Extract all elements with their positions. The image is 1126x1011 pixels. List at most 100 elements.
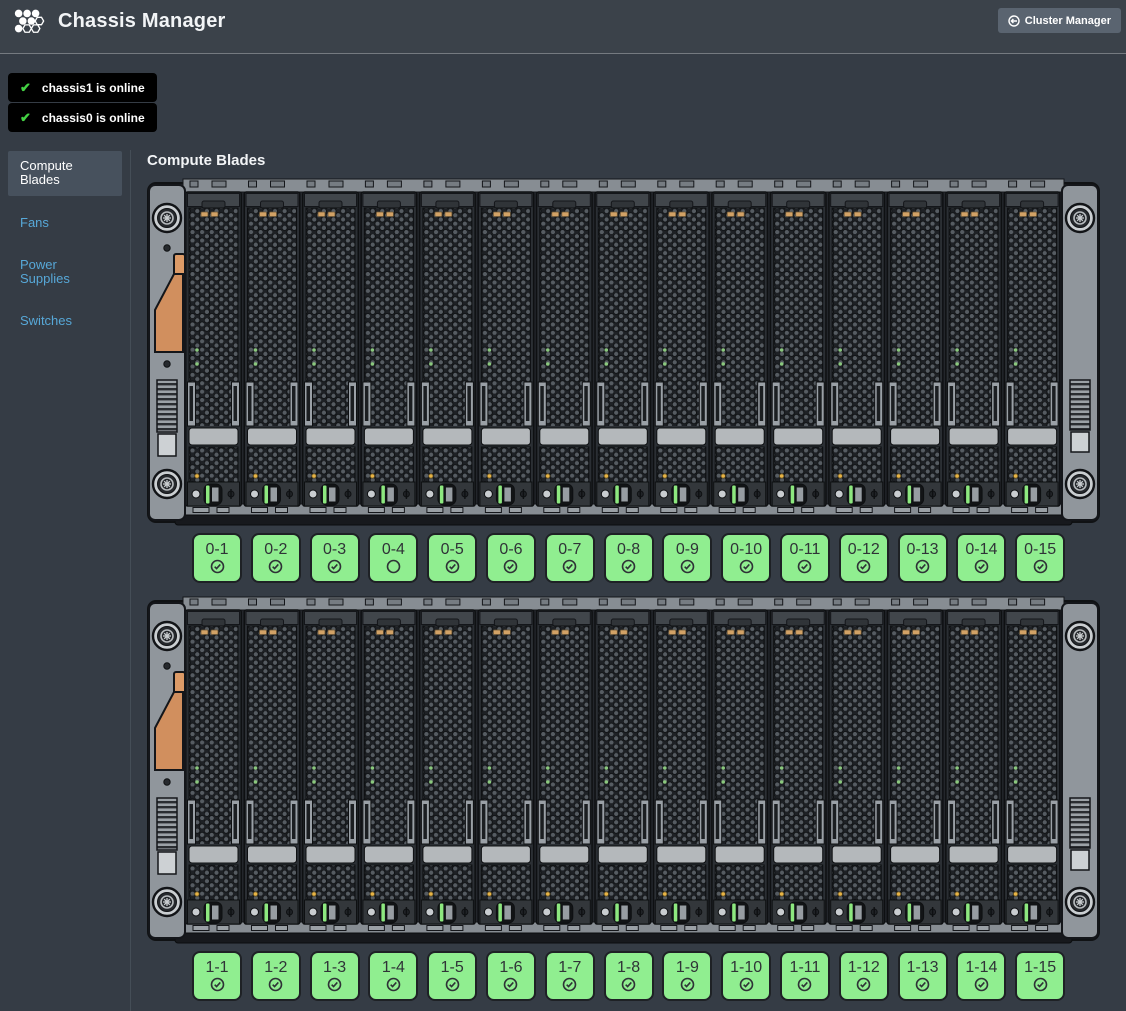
blade-label: 0-7: [558, 542, 581, 558]
check-circle-icon: [386, 977, 401, 992]
sidebar-item-compute-blades[interactable]: Compute Blades: [8, 151, 122, 196]
check-circle-icon: [445, 559, 460, 574]
blade-status-button[interactable]: 1-4: [368, 951, 418, 1001]
blade-label: 1-8: [617, 960, 640, 976]
blade-label: 0-8: [617, 542, 640, 558]
check-circle-icon: [739, 559, 754, 574]
check-circle-icon: [210, 977, 225, 992]
check-circle-icon: [680, 559, 695, 574]
blade-label: 1-9: [676, 960, 699, 976]
blade-status-button[interactable]: 0-1: [192, 533, 242, 583]
toast-stack: ✔chassis1 is online✔chassis0 is online: [8, 73, 157, 133]
blade-label: 1-11: [790, 960, 821, 976]
check-circle-icon: [268, 559, 283, 574]
toast-notification[interactable]: ✔chassis1 is online: [8, 73, 157, 102]
cluster-manager-label: Cluster Manager: [1025, 15, 1111, 27]
check-circle-icon: [621, 559, 636, 574]
blade-label: 1-2: [264, 960, 287, 976]
check-circle-icon: [856, 559, 871, 574]
blade-status-button[interactable]: 1-7: [545, 951, 595, 1001]
check-circle-icon: [210, 559, 225, 574]
check-circle-icon: [915, 977, 930, 992]
blade-label: 0-1: [205, 542, 228, 558]
blade-status-button[interactable]: 1-6: [486, 951, 536, 1001]
blade-label: 0-6: [499, 542, 522, 558]
blade-status-button[interactable]: 1-12: [839, 951, 889, 1001]
honeycomb-logo-icon: [12, 7, 46, 35]
blade-status-button[interactable]: 0-7: [545, 533, 595, 583]
blade-status-button[interactable]: 1-10: [721, 951, 771, 1001]
blade-status-button[interactable]: 0-14: [956, 533, 1006, 583]
blade-status-button[interactable]: 0-8: [604, 533, 654, 583]
blade-label: 1-3: [323, 960, 346, 976]
empty-circle-icon: [386, 559, 401, 574]
blade-status-row: 0-1 0-20-3 0-4 0-5 0-6 0-7 0-8 0-9 0-10 0-11 0-12 0…: [192, 533, 1100, 583]
blade-status-button[interactable]: 0-11: [780, 533, 830, 583]
circle-arrow-left-icon: [1008, 15, 1020, 27]
sidebar-item-fans[interactable]: Fans: [8, 208, 122, 238]
blade-status-button[interactable]: 0-12: [839, 533, 889, 583]
blade-label: 0-10: [730, 542, 762, 558]
blade-status-button[interactable]: 1-2: [251, 951, 301, 1001]
check-circle-icon: [503, 559, 518, 574]
chassis-sections: 0-1 0-20-3 0-4 0-5 0-6 0-7 0-8 0-9 0-10 0-11 0-12 0…: [147, 178, 1100, 1001]
check-circle-icon: [797, 977, 812, 992]
check-circle-icon: [856, 977, 871, 992]
blade-label: 0-4: [382, 542, 405, 558]
blade-status-button[interactable]: 0-10: [721, 533, 771, 583]
check-circle-icon: [503, 977, 518, 992]
chassis-section: 1-1 1-2 1-3 1-4 1-5 1-6 1-7 1-8 1-9 1-10 1-11 1-12 1…: [147, 596, 1100, 1001]
blade-status-button[interactable]: 0-6: [486, 533, 536, 583]
sidebar-item-switches[interactable]: Switches: [8, 306, 122, 336]
blade-label: 0-12: [848, 542, 880, 558]
blade-label: 1-10: [730, 960, 762, 976]
blade-status-row: 1-1 1-2 1-3 1-4 1-5 1-6 1-7 1-8 1-9 1-10 1-11 1-12 1…: [192, 951, 1100, 1001]
blade-status-button[interactable]: 0-3: [310, 533, 360, 583]
blade-status-button[interactable]: 0-15: [1015, 533, 1065, 583]
check-circle-icon: [915, 559, 930, 574]
chassis-section: 0-1 0-20-3 0-4 0-5 0-6 0-7 0-8 0-9 0-10 0-11 0-12 0…: [147, 178, 1100, 583]
blade-label: 1-12: [848, 960, 880, 976]
blade-status-button[interactable]: 0-13: [898, 533, 948, 583]
blade-label: 1-6: [499, 960, 522, 976]
sidebar-item-power-supplies[interactable]: Power Supplies: [8, 250, 122, 295]
blade-status-button[interactable]: 0-4: [368, 533, 418, 583]
blade-label: 1-14: [965, 960, 997, 976]
blade-status-button[interactable]: 1-13: [898, 951, 948, 1001]
check-circle-icon: [974, 977, 989, 992]
blade-label: 0-14: [965, 542, 997, 558]
blade-status-button[interactable]: 0-2: [251, 533, 301, 583]
check-circle-icon: [1033, 559, 1048, 574]
check-circle-icon: [797, 559, 812, 574]
toast-text: chassis1 is online: [42, 81, 145, 95]
toast-text: chassis0 is online: [42, 111, 145, 125]
app-title: Chassis Manager: [58, 10, 226, 33]
blade-label: 1-7: [558, 960, 581, 976]
page-title: Compute Blades: [147, 152, 1100, 169]
blade-status-button[interactable]: 1-9: [662, 951, 712, 1001]
check-circle-icon: [680, 977, 695, 992]
check-circle-icon: [1033, 977, 1048, 992]
check-circle-icon: [621, 977, 636, 992]
app-header: Chassis Manager Cluster Manager: [0, 0, 1126, 54]
chassis-illustration: [147, 596, 1100, 945]
blade-label: 0-5: [441, 542, 464, 558]
blade-label: 0-9: [676, 542, 699, 558]
blade-status-button[interactable]: 1-8: [604, 951, 654, 1001]
cluster-manager-button[interactable]: Cluster Manager: [998, 8, 1121, 33]
blade-status-button[interactable]: 0-9: [662, 533, 712, 583]
blade-status-button[interactable]: 1-14: [956, 951, 1006, 1001]
blade-status-button[interactable]: 1-5: [427, 951, 477, 1001]
toast-notification[interactable]: ✔chassis0 is online: [8, 103, 157, 132]
blade-status-button[interactable]: 0-5: [427, 533, 477, 583]
check-circle-icon: [268, 977, 283, 992]
chassis-illustration: [147, 178, 1100, 527]
blade-status-button[interactable]: 1-15: [1015, 951, 1065, 1001]
blade-status-button[interactable]: 1-1: [192, 951, 242, 1001]
main-content: Compute Blades 0-10-20-30-40-50-60-70-80…: [131, 150, 1100, 1011]
blade-status-button[interactable]: 1-3: [310, 951, 360, 1001]
blade-label: 0-11: [790, 542, 821, 558]
blade-label: 1-4: [382, 960, 405, 976]
check-circle-icon: [739, 977, 754, 992]
blade-status-button[interactable]: 1-11: [780, 951, 830, 1001]
